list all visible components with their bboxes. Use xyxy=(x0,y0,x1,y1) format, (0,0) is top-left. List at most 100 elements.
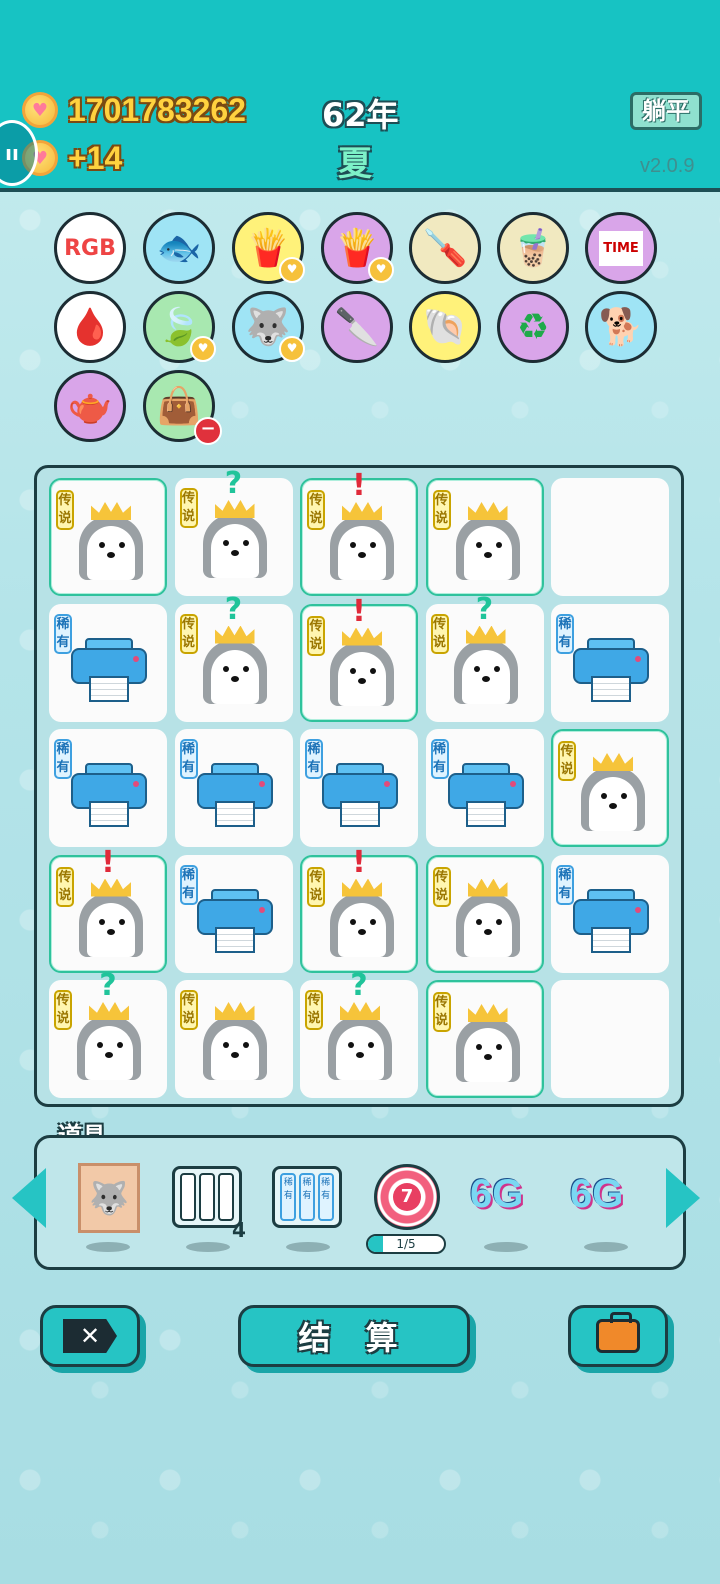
grid-cell[interactable]: 传说? xyxy=(425,592,544,722)
printer-icon xyxy=(322,757,400,827)
sixg-prop[interactable]: 6G xyxy=(570,1172,623,1217)
version-label: v2.0.9 xyxy=(640,155,695,177)
item-cool-dog[interactable]: 🐕 xyxy=(585,291,657,363)
item-recycle[interactable]: ♻ xyxy=(497,291,569,363)
target-prop[interactable]: 7 xyxy=(374,1164,440,1230)
question-mark-icon: ? xyxy=(350,968,368,1003)
grid-cell[interactable]: 稀有 xyxy=(174,854,293,973)
grid-cell[interactable]: 传说 xyxy=(49,478,167,596)
grid-cell[interactable]: 稀有 xyxy=(551,854,669,973)
prop-shadow xyxy=(186,1242,230,1252)
item-time-magazine[interactable]: TIME xyxy=(585,212,657,284)
rare-slots-prop[interactable]: 稀有 稀有 稀有 xyxy=(272,1166,342,1228)
grid-cell[interactable]: 传说 xyxy=(425,478,544,596)
printer-icon xyxy=(196,883,275,953)
legendary-tag: 传说 xyxy=(307,490,325,530)
blood-bag-icon: 🩸 xyxy=(67,307,113,348)
grid-cell[interactable]: 传说? xyxy=(174,466,293,596)
remove-icon[interactable]: − xyxy=(194,417,222,445)
gravy-boat-icon: 🫖 xyxy=(67,386,113,427)
question-mark-icon: ? xyxy=(475,591,494,627)
question-mark-icon: ? xyxy=(99,968,117,1003)
printer-icon xyxy=(196,757,275,827)
husky-king-icon xyxy=(197,625,273,704)
item-husky-figure[interactable]: 🐺 ♥ xyxy=(232,291,305,363)
lie-flat-button[interactable]: 躺平 xyxy=(630,92,702,130)
arrow-left-icon[interactable] xyxy=(12,1168,46,1228)
husky-king-icon xyxy=(450,502,526,580)
legendary-tag: 传说 xyxy=(179,488,198,528)
grid-cell[interactable]: 稀有 xyxy=(49,729,167,847)
grid-cell[interactable]: 传说? xyxy=(174,592,293,722)
sack-icon: 👜 xyxy=(156,386,202,427)
sixg-prop[interactable]: 6G xyxy=(470,1172,523,1217)
coin-balance: 1701783262 xyxy=(68,92,246,128)
progress-text: 1/5 xyxy=(396,1237,416,1251)
husky-portrait-prop[interactable]: 🐺 xyxy=(78,1163,140,1233)
slots-count: 4 xyxy=(232,1218,246,1242)
item-bubble-tea[interactable]: 🧋 xyxy=(497,212,569,284)
grid-cell[interactable]: 传说? xyxy=(49,968,167,1098)
grid-cell[interactable]: 传说! xyxy=(49,845,167,973)
grid-cell[interactable]: 稀有 xyxy=(300,729,418,847)
item-cleaver[interactable]: 🔪 xyxy=(321,291,393,363)
grid-cell[interactable]: 稀有 xyxy=(425,729,544,847)
husky-king-icon xyxy=(450,878,526,957)
grid-cell[interactable]: 传说! xyxy=(300,845,418,973)
item-rgb[interactable]: RGB xyxy=(54,212,126,284)
grid-cell[interactable]: 传说 xyxy=(425,854,544,973)
item-leaf[interactable]: 🍃 ♥ xyxy=(143,291,216,363)
grid-cell[interactable] xyxy=(551,980,669,1098)
husky-king-icon xyxy=(324,502,400,580)
discard-button[interactable]: ✕ xyxy=(40,1305,140,1367)
rare-tag: 稀有 xyxy=(179,864,198,905)
question-mark-icon: ? xyxy=(224,591,243,627)
prop-shadow xyxy=(484,1242,528,1252)
husky-king-icon xyxy=(73,502,149,580)
item-gravy-boat[interactable]: 🫖 xyxy=(54,370,126,442)
inventory-button[interactable] xyxy=(568,1305,668,1367)
grid-cell[interactable]: 稀有 xyxy=(49,603,167,722)
rare-tag: 稀有 xyxy=(556,613,574,654)
grid-cell[interactable]: 传说 xyxy=(551,729,669,847)
item-fries-purple[interactable]: 🍟 ♥ xyxy=(321,212,394,284)
item-blood-bag[interactable]: 🩸 xyxy=(54,291,126,363)
rare-tag: 稀有 xyxy=(305,739,323,779)
grid-cell[interactable]: 传说 xyxy=(425,980,544,1098)
printer-icon xyxy=(447,757,526,827)
item-screwdriver[interactable]: 🪛 xyxy=(409,212,481,284)
husky-king-icon xyxy=(197,500,273,578)
grid-cell[interactable]: 传说! xyxy=(300,594,418,722)
grid-cell[interactable]: 稀有 xyxy=(174,729,293,847)
legendary-tag: 传说 xyxy=(307,866,325,907)
legendary-tag: 传说 xyxy=(430,613,449,654)
item-fries[interactable]: 🍟 ♥ xyxy=(232,212,305,284)
rare-tag: 稀有 xyxy=(54,613,72,654)
legendary-tag: 传说 xyxy=(307,615,325,656)
target-progress: 1/5 xyxy=(366,1234,446,1254)
item-sack[interactable]: 👜 − xyxy=(143,370,222,445)
heart-badge-icon: ♥ xyxy=(279,257,305,283)
legendary-tag: 传说 xyxy=(179,990,198,1030)
husky-king-icon xyxy=(197,1002,273,1080)
husky-king-icon xyxy=(71,1002,147,1080)
grid-cell[interactable]: 传说 xyxy=(174,980,293,1098)
grid-cell[interactable]: 稀有 xyxy=(551,603,669,722)
pause-button[interactable]: ıı xyxy=(0,120,38,186)
printer-icon xyxy=(573,883,651,953)
item-shell[interactable]: 🐚 xyxy=(409,291,481,363)
grid-cell[interactable] xyxy=(551,478,669,596)
grid-cell[interactable]: 传说! xyxy=(300,468,418,596)
husky-king-icon xyxy=(450,1004,526,1082)
husky-king-icon xyxy=(324,878,400,957)
grid-cell[interactable]: 传说? xyxy=(300,968,418,1098)
settle-button[interactable]: 结 算 xyxy=(238,1305,470,1367)
heart-badge-icon: ♥ xyxy=(190,336,216,362)
rare-tag: 稀有 xyxy=(430,739,449,779)
slot-grid: 传说 传说? 传说! 传说 稀有 传说? 传说! 传说? 稀有 稀有 稀有 稀有 稀有 传说 传说! 稀有 传说… xyxy=(34,465,684,1107)
coin-icon: ♥ xyxy=(22,92,58,128)
arrow-right-icon[interactable] xyxy=(666,1168,700,1228)
rare-tag: 稀有 xyxy=(54,739,72,779)
item-fishbowl[interactable]: 🐟 xyxy=(143,212,215,284)
husky-king-icon xyxy=(73,878,149,957)
